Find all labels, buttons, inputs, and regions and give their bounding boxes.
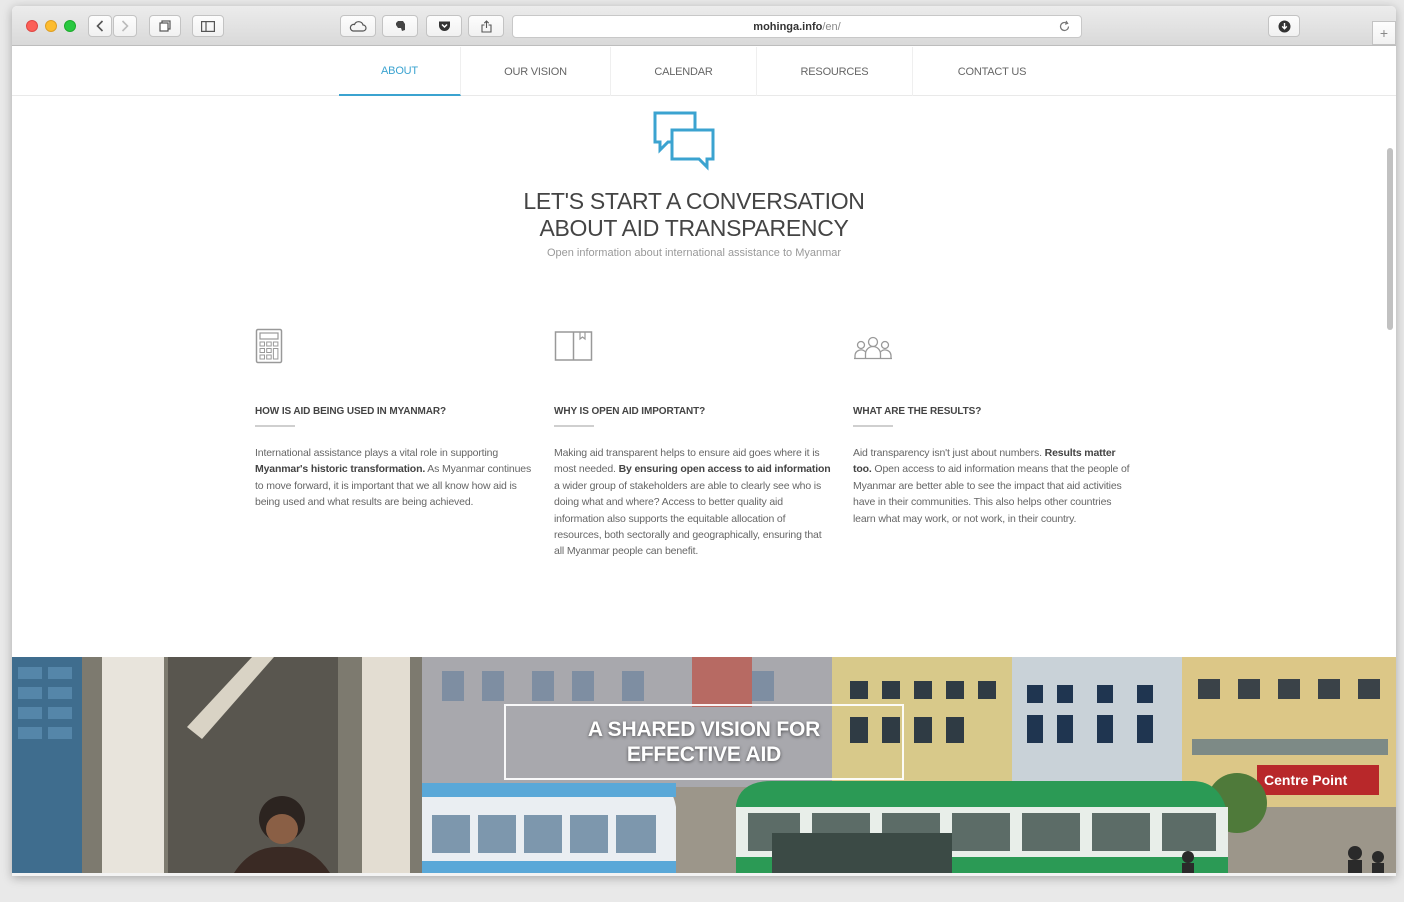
chevron-right-icon [121, 20, 129, 32]
column-title: WHY IS OPEN AID IMPORTANT? [554, 406, 706, 417]
column-body-text: International assistance plays a vital r… [255, 447, 499, 459]
cloud-icon [349, 20, 367, 32]
page-scrollbar[interactable] [1387, 148, 1393, 330]
share-icon [480, 19, 492, 33]
street-scene-banner: Centre Point A SHARED VISION FOR EFFECTI… [12, 657, 1396, 873]
banner-cta[interactable]: A SHARED VISION FOR EFFECTIVE AID [504, 704, 904, 780]
column-body: Aid transparency isn't just about number… [853, 445, 1133, 527]
evernote-button[interactable] [382, 15, 418, 37]
column-title: HOW IS AID BEING USED IN MYANMAR? [255, 406, 446, 417]
column-body: International assistance plays a vital r… [255, 445, 535, 511]
pocket-button[interactable] [426, 15, 462, 37]
sidebar-button[interactable] [192, 15, 224, 37]
column-body-emphasis: By ensuring open access to aid informati… [618, 463, 831, 476]
banner-title-line1: A SHARED VISION FOR [587, 718, 821, 741]
column-divider [554, 425, 594, 427]
column-body-text: Open access to aid information means tha… [853, 463, 1130, 525]
zoom-window-button[interactable] [64, 20, 76, 32]
column-divider [255, 425, 295, 427]
book-icon [554, 328, 834, 368]
column-divider [853, 425, 893, 427]
pocket-icon [438, 21, 450, 31]
address-bar[interactable]: mohinga.info/en/ [512, 15, 1082, 38]
conversation-bubbles-icon [653, 111, 715, 171]
hero-subtitle: Open information about international ass… [546, 247, 842, 259]
hero-title: LET'S START A CONVERSATION ABOUT AID TRA… [404, 188, 984, 242]
url-path: /en/ [822, 21, 841, 33]
nav-item-calendar[interactable]: CALENDAR [611, 47, 757, 96]
browser-toolbar: mohinga.info/en/ + [12, 6, 1396, 46]
sidebar-icon [201, 20, 215, 32]
shop-sign-text: Centre Point [1264, 772, 1348, 788]
nav-item-about[interactable]: ABOUT [339, 47, 461, 96]
info-column-results: WHAT ARE THE RESULTS? Aid transparency i… [853, 328, 1133, 527]
banner-title-line2: EFFECTIVE AID [626, 743, 782, 766]
nav-item-resources[interactable]: RESOURCES [757, 47, 913, 96]
chevron-left-icon [96, 20, 104, 32]
plus-icon: + [1379, 25, 1389, 41]
hero-title-line2: ABOUT AID TRANSPARENCY [539, 215, 849, 241]
back-button[interactable] [88, 15, 112, 37]
browser-window: mohinga.info/en/ + ABOUT OUR VISION CALE… [12, 6, 1396, 876]
forward-button[interactable] [113, 15, 137, 37]
url-domain: mohinga.info [753, 21, 823, 33]
tabs-overview-button[interactable] [149, 15, 181, 37]
info-column-aid-usage: HOW IS AID BEING USED IN MYANMAR? Intern… [255, 328, 535, 511]
column-title: WHAT ARE THE RESULTS? [853, 406, 982, 417]
hero-title-line1: LET'S START A CONVERSATION [523, 188, 865, 214]
downloads-button[interactable] [1268, 15, 1300, 37]
share-button[interactable] [468, 15, 504, 37]
tabs-icon [159, 20, 171, 32]
column-body: Making aid transparent helps to ensure a… [554, 445, 834, 560]
elephant-icon [395, 21, 405, 31]
column-body-text: Aid transparency isn't just about number… [853, 447, 1045, 459]
download-icon [1278, 20, 1290, 32]
url-text: mohinga.info/en/ [513, 21, 1081, 33]
new-tab-button[interactable]: + [1372, 21, 1396, 45]
reload-icon[interactable] [1058, 20, 1071, 33]
calculator-icon [255, 328, 535, 368]
close-window-button[interactable] [26, 20, 38, 32]
nav-item-our-vision[interactable]: OUR VISION [461, 47, 611, 96]
minimize-window-button[interactable] [45, 20, 57, 32]
banner-title: A SHARED VISION FOR EFFECTIVE AID [588, 717, 820, 767]
info-column-open-aid: WHY IS OPEN AID IMPORTANT? Making aid tr… [554, 328, 834, 560]
icloud-button[interactable] [340, 15, 376, 37]
column-body-emphasis: Myanmar's historic transformation. [255, 463, 426, 476]
column-body-text: a wider group of stakeholders are able t… [554, 479, 822, 558]
site-nav: ABOUT OUR VISION CALENDAR RESOURCES CONT… [12, 47, 1396, 96]
nav-item-contact-us[interactable]: CONTACT US [913, 47, 1071, 96]
page-bottom-strip [12, 873, 1396, 876]
people-icon [853, 328, 1133, 368]
